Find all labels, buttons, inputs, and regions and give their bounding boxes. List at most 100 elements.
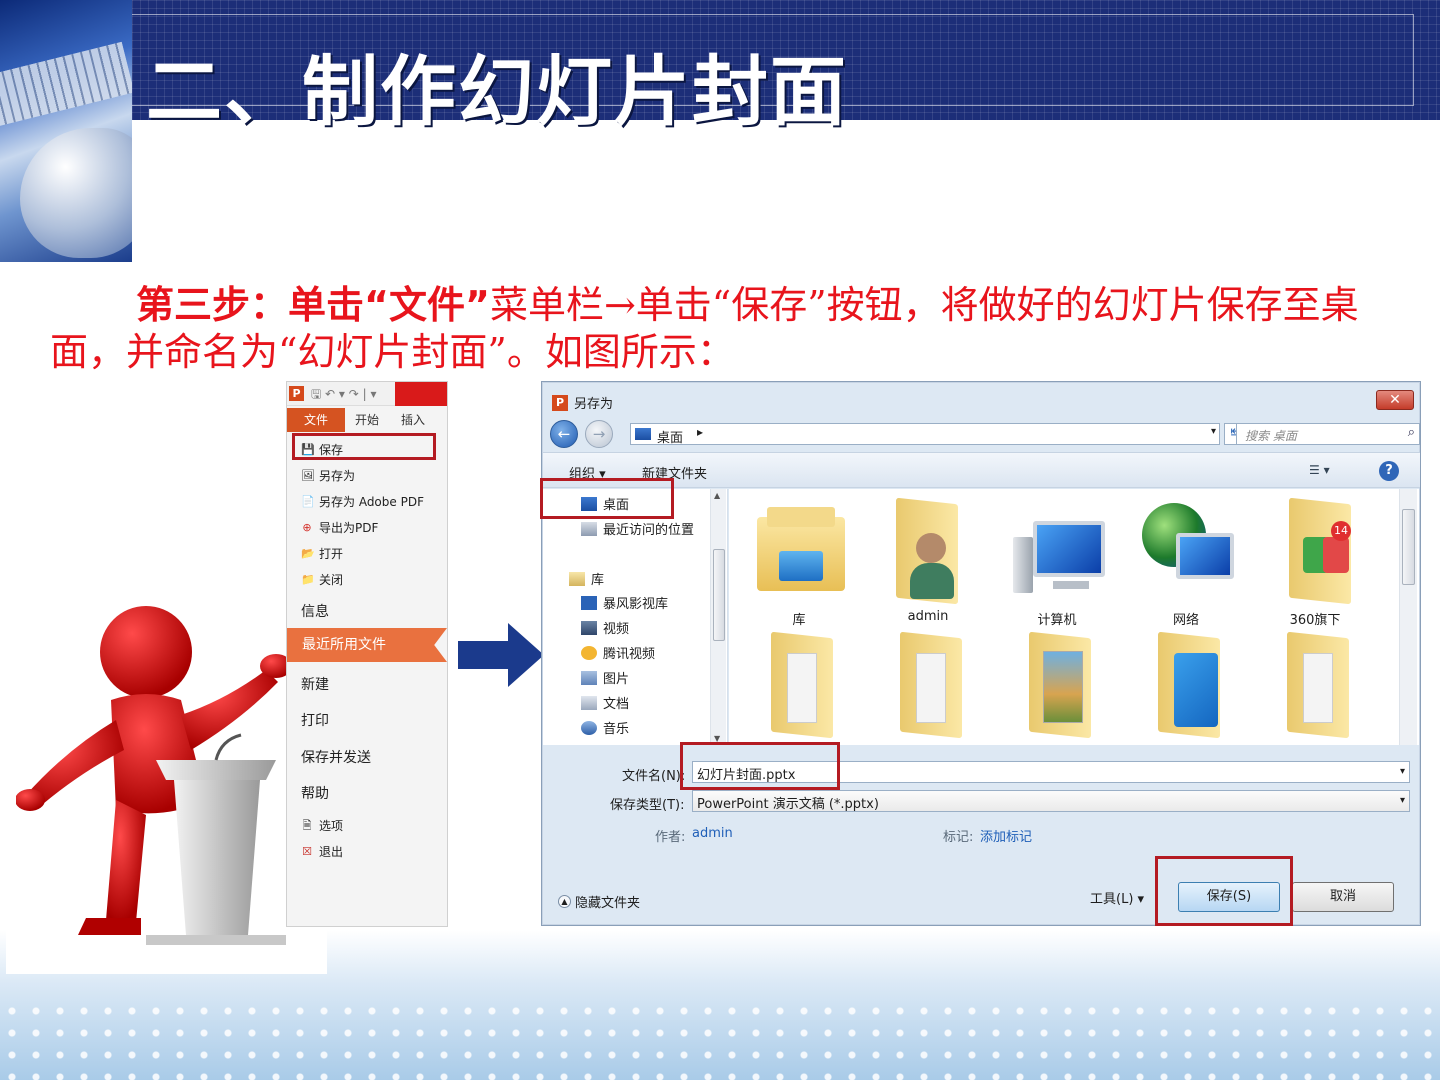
search-icon[interactable]: ⌕ [1408,425,1415,440]
ribbon-tabs: 文件 开始 插入 [287,408,447,432]
nav-item-label: 桌面 [603,498,630,513]
organize-button[interactable]: 组织 ▾ [569,463,606,482]
menu-item-save-as[interactable]: 🖼 另存为 [301,467,355,484]
address-bar[interactable]: 桌面 ▸ ▾ [630,423,1220,446]
hide-folders-label: 隐藏文件夹 [575,896,641,911]
file-list-scrollbar[interactable] [1399,489,1417,745]
chevron-right-icon[interactable]: ▸ [697,425,703,439]
file-item-computer[interactable]: 计算机 [1001,497,1113,628]
chevron-up-icon: ▲ [558,895,571,908]
menu-section-info[interactable]: 信息 [301,601,329,621]
menu-item-export-pdf[interactable]: ⊕ 导出为PDF [301,519,378,536]
command-bar: 组织 ▾ 新建文件夹 ☰ ▾ ? [543,452,1420,488]
nav-item-videos[interactable]: 视频 [581,618,629,637]
menu-section-save-send[interactable]: 保存并发送 [301,747,371,767]
menu-section-recent[interactable]: 最近所用文件 [287,628,447,662]
file-item-libraries[interactable]: 库 [743,497,855,628]
close-icon[interactable]: ✕ [1376,390,1414,410]
menu-item-label: 保存 [319,443,344,457]
menu-section-print[interactable]: 打印 [301,710,329,730]
help-icon[interactable]: ? [1379,461,1399,481]
nav-pane-scrollbar[interactable]: ▲ ▼ [710,489,726,745]
keyboard-graphic [0,41,132,127]
nav-item-label: 库 [591,573,605,588]
nav-item-label: 腾讯视频 [603,647,656,662]
menu-item-save-adobe-pdf[interactable]: 📄 另存为 Adobe PDF [301,493,424,510]
save-as-dialog: P 另存为 ✕ ← → 桌面 ▸ ▾ ↹ 搜索 桌面 ⌕ 组织 ▾ 新建文件夹 … [541,381,1421,926]
nav-item-label: 视频 [603,622,630,637]
file-item-folder[interactable] [1001,629,1113,741]
menu-item-options[interactable]: 🗎 选项 [301,817,343,834]
file-item-folder[interactable] [743,629,855,741]
quick-access-icons[interactable]: 🖫 ↶ ▾ ↷ | ▾ [311,385,377,406]
chevron-down-icon[interactable]: ▾ [1400,766,1405,777]
file-item-folder[interactable] [1130,629,1242,741]
adobe-pdf-icon: 📄 [301,494,315,508]
folder-icon [751,629,847,739]
new-folder-button[interactable]: 新建文件夹 [642,463,707,482]
search-input[interactable]: 搜索 桌面 ⌕ [1236,423,1420,445]
menu-item-label: 关闭 [319,573,344,587]
chevron-down-icon[interactable]: ▾ [1400,795,1405,806]
scrollbar-thumb[interactable] [713,549,725,641]
tencent-video-icon [581,645,597,660]
menu-section-new[interactable]: 新建 [301,674,329,694]
nav-item-pictures[interactable]: 图片 [581,668,629,687]
file-item-admin[interactable]: admin [872,497,984,624]
notification-badge: 14 [1331,521,1351,541]
slide-title: 二、制作幻灯片封面 [146,47,848,136]
file-backstage-menu: P 🖫 ↶ ▾ ↷ | ▾ 文件 开始 插入 💾 保存 🖼 另存为 📄 另存为 … [286,381,448,927]
file-name-input[interactable]: 幻灯片封面.pptx ▾ [692,761,1410,783]
computer-icon [1009,497,1105,605]
nav-item-recent-places[interactable]: 最近访问的位置 [581,519,694,538]
author-value[interactable]: admin [692,826,733,841]
tab-home[interactable]: 开始 [355,411,379,428]
menu-section-help[interactable]: 帮助 [301,783,329,803]
view-options-button[interactable]: ☰ ▾ [1309,463,1330,477]
tab-file[interactable]: 文件 [287,408,345,432]
recent-places-icon [581,521,597,536]
back-button[interactable]: ← [550,420,578,448]
nav-item-label: 音乐 [603,722,630,737]
nav-item-libraries[interactable]: 库 [569,569,604,588]
tags-value[interactable]: 添加标记 [980,826,1032,845]
right-arrow-icon [458,623,544,687]
nav-item-video-library[interactable]: 暴风影视库 [581,593,668,612]
menu-item-open[interactable]: 📂 打开 [301,545,343,562]
search-placeholder: 搜索 桌面 [1245,429,1297,443]
navigation-pane: 桌面 最近访问的位置 库 暴风影视库 视频 腾讯视频 图片 文档 音乐 ▲ ▼ [543,489,728,745]
navigation-row: ← → 桌面 ▸ ▾ ↹ 搜索 桌面 ⌕ [550,420,1420,448]
close-file-icon: 📁 [301,572,315,586]
chevron-down-icon[interactable]: ▾ [1211,426,1216,437]
nav-item-music[interactable]: 音乐 [581,718,629,737]
scrollbar-thumb[interactable] [1402,509,1415,585]
nav-item-documents[interactable]: 文档 [581,693,629,712]
presenter-figure-illustration [16,606,292,945]
address-path: 桌面 [657,431,684,446]
export-pdf-icon: ⊕ [302,520,312,534]
nav-item-tencent-video[interactable]: 腾讯视频 [581,643,655,662]
hide-folders-toggle[interactable]: ▲ 隐藏文件夹 [558,892,640,911]
file-item-360[interactable]: 14 360旗下 [1259,497,1371,628]
nav-item-desktop[interactable]: 桌面 [581,494,629,513]
nav-item-label: 图片 [603,672,630,687]
forward-button[interactable]: → [585,420,613,448]
menu-item-save[interactable]: 💾 保存 [301,441,343,458]
instruction-lead: 第三步：单击“文件” [136,283,490,327]
file-item-network[interactable]: 网络 [1130,497,1242,628]
tab-insert[interactable]: 插入 [401,411,425,428]
menu-item-exit[interactable]: ☒ 退出 [301,843,343,860]
save-button[interactable]: 保存(S) [1178,882,1280,912]
cancel-button[interactable]: 取消 [1292,882,1394,912]
menu-item-close[interactable]: 📁 关闭 [301,571,343,588]
save-type-select[interactable]: PowerPoint 演示文稿 (*.pptx) ▾ [692,790,1410,812]
menu-item-label: 退出 [319,845,344,859]
folder-blue-icon [1138,629,1234,739]
folder-image-icon [1009,629,1105,739]
documents-icon [581,695,597,710]
nav-item-label: 最近访问的位置 [603,523,695,538]
tools-menu-button[interactable]: 工具(L) ▾ [1090,888,1144,907]
file-item-folder[interactable] [872,629,984,741]
file-item-folder[interactable] [1259,629,1371,741]
instruction-text: 第三步：单击“文件”菜单栏→单击“保存”按钮，将做好的幻灯片保存至桌面，并命名为… [50,282,1410,376]
